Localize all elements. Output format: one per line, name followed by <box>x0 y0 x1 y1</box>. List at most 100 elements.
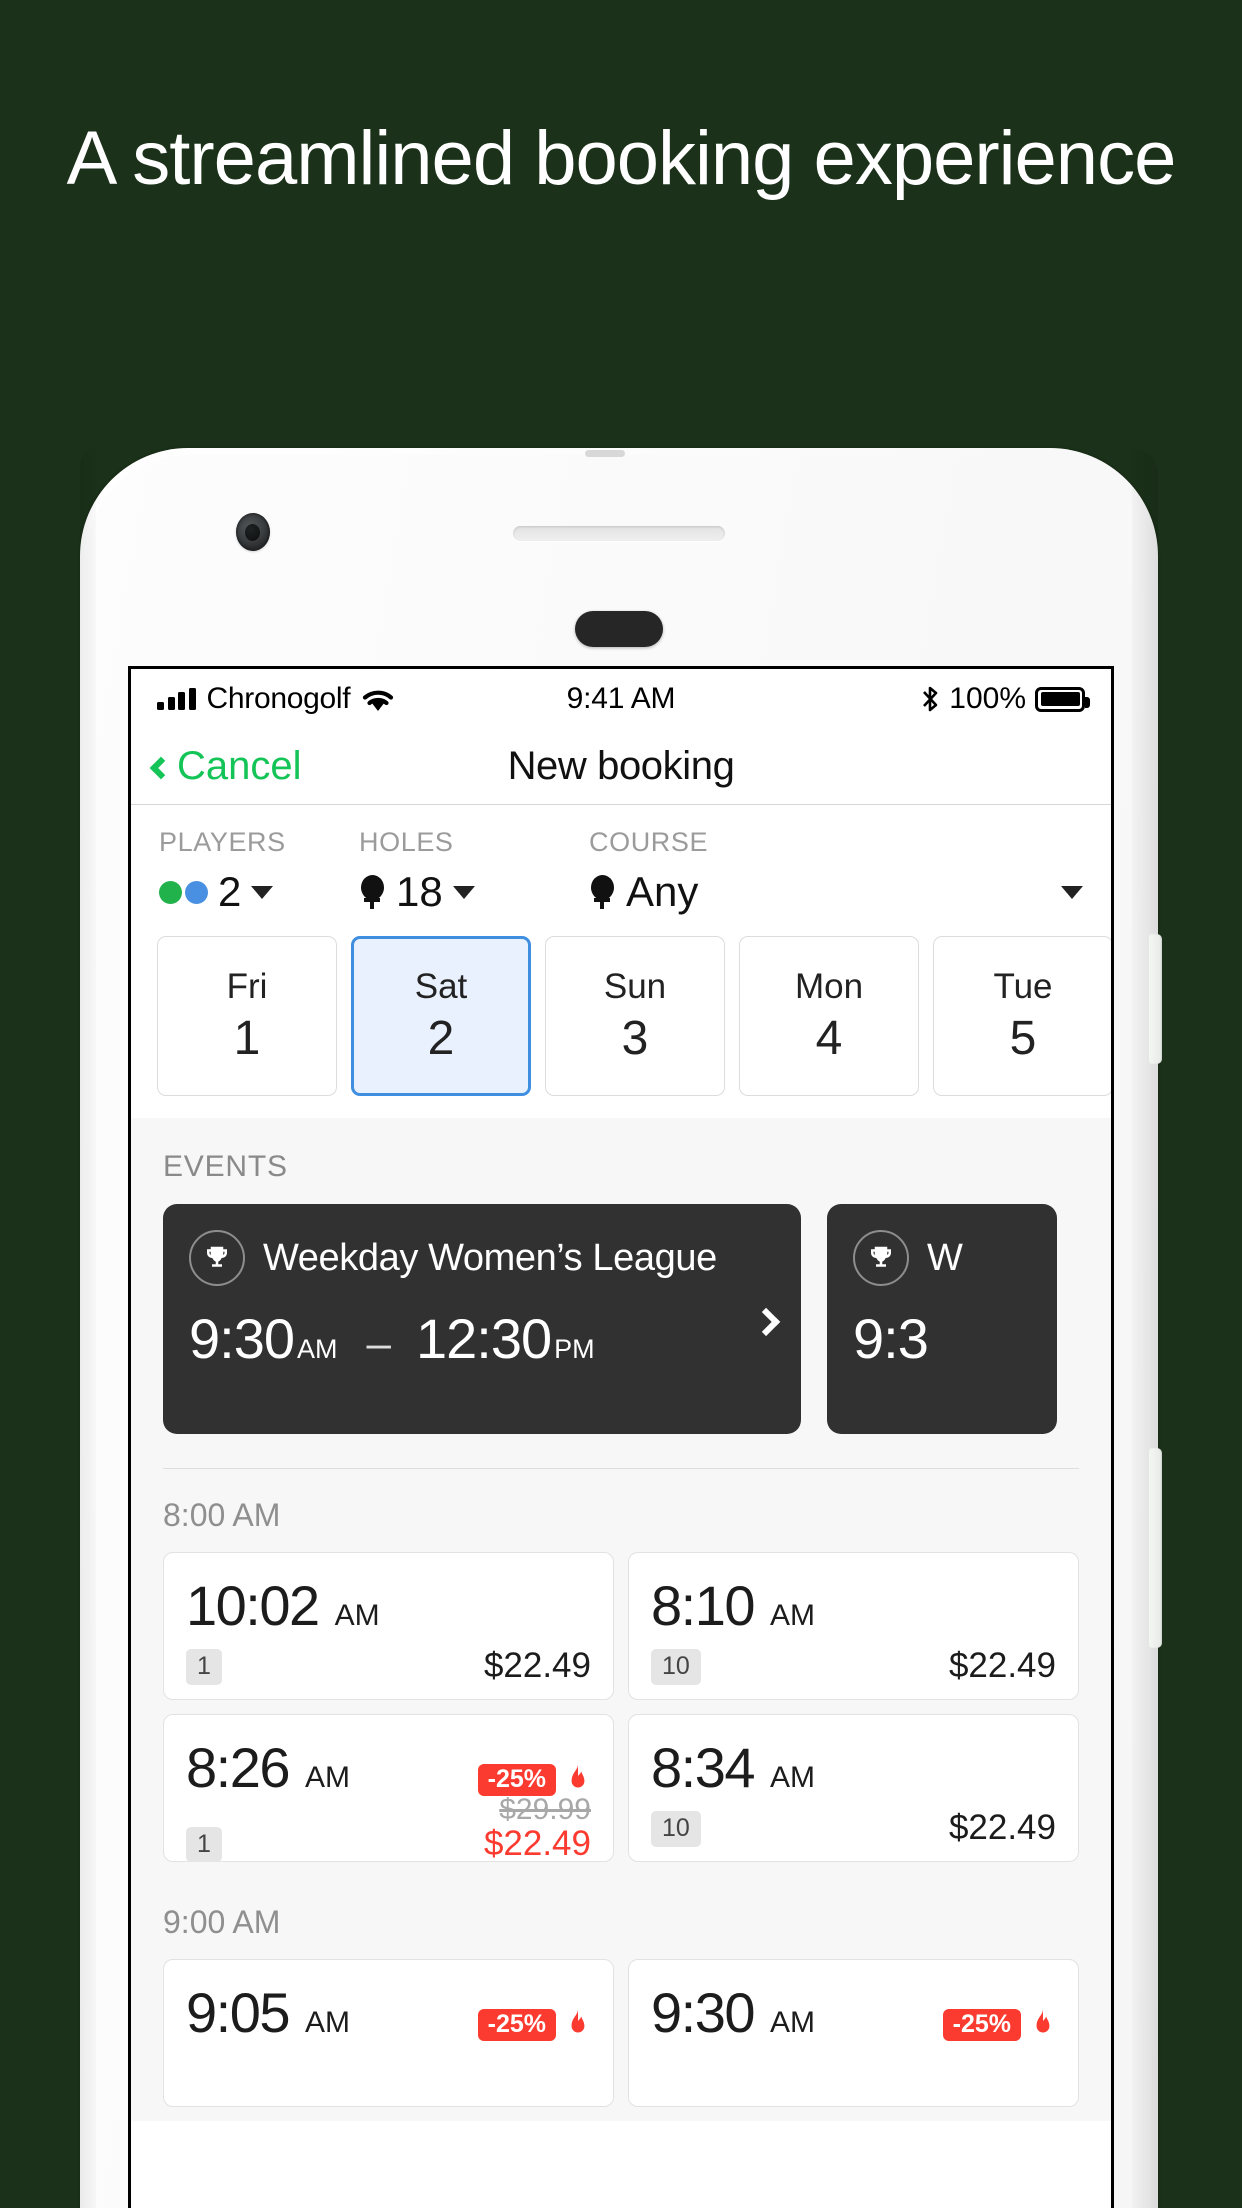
status-bar: Chronogolf 9:41 AM 100% <box>131 669 1111 729</box>
tee-time-row: 8:26 AM -25% 1 $29.99 $22.49 8:34 AM 10 … <box>131 1714 1111 1876</box>
slots-badge: 1 <box>186 1649 222 1685</box>
tee-meridiem: AM <box>770 1599 815 1632</box>
filter-holes-value: 18 <box>396 868 443 915</box>
carrier-label: Chronogolf <box>206 682 351 715</box>
tee-time-card[interactable]: 10:02 AM 1 $22.49 <box>163 1552 614 1700</box>
date-dow: Fri <box>226 966 268 1006</box>
tee-meridiem: AM <box>305 2006 350 2039</box>
date-cell-sun[interactable]: Sun 3 <box>545 936 725 1096</box>
slots-badge: 10 <box>651 1649 701 1685</box>
battery-percent-label: 100% <box>949 682 1027 715</box>
flame-icon <box>1036 2009 1050 2033</box>
date-dow: Tue <box>993 966 1053 1006</box>
cancel-button[interactable]: Cancel <box>149 744 302 789</box>
date-cell-sat[interactable]: Sat 2 <box>351 936 531 1096</box>
phone-left-rim <box>80 448 96 2208</box>
tee-time-card[interactable]: 8:34 AM 10 $22.49 <box>628 1714 1079 1862</box>
filter-course-label: COURSE <box>589 827 709 857</box>
tee-price: $22.49 <box>483 1823 591 1863</box>
slots-badge: 1 <box>186 1826 222 1863</box>
events-carousel[interactable]: Weekday Women’s League 9:30 AM – 12:30 P… <box>131 1204 1111 1434</box>
tee-time-card[interactable]: 9:05 AM -25% <box>163 1959 614 2107</box>
event-title: W <box>927 1236 963 1279</box>
filters-row: PLAYERS 2 HOLES 18 COURSE Any <box>131 805 1111 922</box>
event-end-time: 12:30 <box>415 1307 552 1370</box>
trophy-icon <box>853 1230 909 1286</box>
discount-badge: -25% <box>477 1764 556 1796</box>
volume-button[interactable] <box>1149 1448 1162 1648</box>
date-number: 4 <box>815 1011 843 1065</box>
earpiece-speaker-icon <box>513 526 725 541</box>
flame-icon <box>571 2009 585 2033</box>
tee-meridiem: AM <box>334 1599 380 1632</box>
date-selector[interactable]: Fri 1 Sat 2 Sun 3 Mon 4 Tue 5 <box>131 922 1111 1118</box>
chevron-down-icon <box>452 885 475 899</box>
page-title: A streamlined booking experience <box>66 116 1177 201</box>
proximity-sensor-icon <box>585 450 625 457</box>
date-number: 1 <box>233 1011 261 1065</box>
filter-players-value: 2 <box>218 868 242 915</box>
event-card[interactable]: Weekday Women’s League 9:30 AM – 12:30 P… <box>163 1204 801 1434</box>
golf-ball-tee-icon <box>359 875 386 909</box>
filter-players[interactable]: PLAYERS 2 <box>159 827 359 916</box>
chevron-down-icon <box>1061 885 1083 899</box>
tee-meridiem: AM <box>770 1761 815 1794</box>
trophy-icon <box>189 1230 245 1286</box>
time-group-label: 9:00 AM <box>163 1904 281 1940</box>
tee-meridiem: AM <box>770 2006 815 2039</box>
date-number: 2 <box>427 1011 455 1065</box>
date-cell-fri[interactable]: Fri 1 <box>157 936 337 1096</box>
date-dow: Sat <box>414 966 468 1006</box>
tee-price: $22.49 <box>948 1646 1056 1685</box>
flame-icon <box>571 1764 585 1788</box>
discount-badge: -25% <box>942 2009 1021 2041</box>
date-dow: Mon <box>794 966 864 1006</box>
tee-time: 9:05 <box>186 1981 291 2044</box>
date-number: 5 <box>1009 1011 1037 1065</box>
date-dow: Sun <box>603 966 667 1006</box>
event-start-meridiem: AM <box>297 1334 338 1364</box>
chevron-down-icon <box>251 885 274 899</box>
events-section-label: EVENTS <box>163 1150 288 1183</box>
home-indicator <box>575 611 663 647</box>
tee-time-row: 10:02 AM 1 $22.49 8:10 AM 10 $22.49 <box>131 1552 1111 1714</box>
tee-time: 9:30 <box>651 1981 756 2044</box>
booking-content: EVENTS Weekday Women’s League 9:30 AM – … <box>131 1118 1111 2121</box>
filter-course[interactable]: COURSE Any <box>589 827 1083 916</box>
event-start-time: 9:3 <box>853 1307 929 1370</box>
tee-time-card[interactable]: 8:10 AM 10 $22.49 <box>628 1552 1079 1700</box>
tee-time-card[interactable]: 8:26 AM -25% 1 $29.99 $22.49 <box>163 1714 614 1863</box>
power-button[interactable] <box>1149 934 1162 1064</box>
date-number: 3 <box>621 1011 649 1065</box>
player-dots-icon <box>159 880 208 904</box>
tee-time-card[interactable]: 9:30 AM -25% <box>628 1959 1079 2107</box>
battery-full-icon <box>1035 686 1091 712</box>
wifi-icon <box>363 690 394 711</box>
event-end-meridiem: PM <box>554 1334 595 1364</box>
front-camera-icon <box>236 513 270 551</box>
tee-price: $22.49 <box>483 1646 591 1685</box>
event-title: Weekday Women’s League <box>263 1236 717 1279</box>
navigation-bar: Cancel New booking <box>131 729 1111 805</box>
filter-players-label: PLAYERS <box>159 827 286 857</box>
slots-badge: 10 <box>651 1811 701 1847</box>
time-group-label: 8:00 AM <box>163 1497 281 1533</box>
discount-badge: -25% <box>477 2009 556 2041</box>
tee-time: 8:26 <box>186 1736 291 1799</box>
filter-holes-label: HOLES <box>359 827 454 857</box>
signal-bars-icon <box>157 688 196 710</box>
tee-time: 10:02 <box>186 1574 320 1637</box>
filter-holes[interactable]: HOLES 18 <box>359 827 589 916</box>
date-cell-mon[interactable]: Mon 4 <box>739 936 919 1096</box>
event-card[interactable]: W 9:3 <box>827 1204 1057 1434</box>
tee-price: $22.49 <box>948 1808 1056 1847</box>
bluetooth-icon <box>923 686 938 712</box>
date-cell-tue[interactable]: Tue 5 <box>933 936 1111 1096</box>
event-dash: – <box>366 1319 391 1368</box>
tee-time-row: 9:05 AM -25% 9:30 AM -25% <box>131 1959 1111 2121</box>
phone-screen: Chronogolf 9:41 AM 100% Cancel New booki… <box>128 666 1114 2208</box>
filter-course-value: Any <box>626 868 699 915</box>
tee-time: 8:34 <box>651 1736 756 1799</box>
tee-time: 8:10 <box>651 1574 756 1637</box>
status-bar-time: 9:41 AM <box>566 682 676 715</box>
